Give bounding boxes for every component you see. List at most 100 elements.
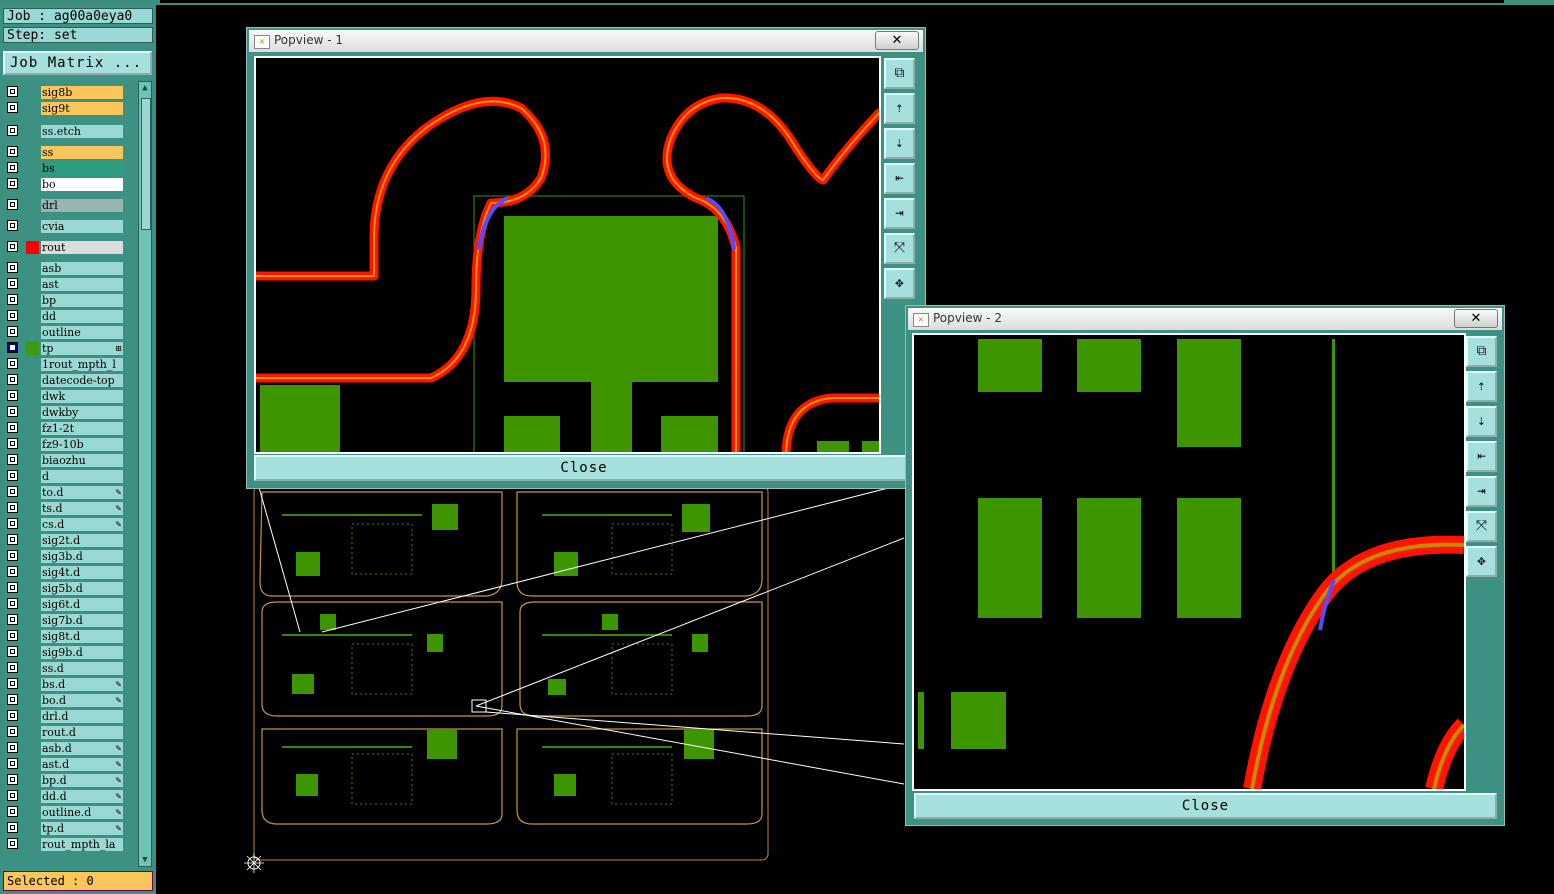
layer-name[interactable]: sig9t (41, 102, 123, 115)
layer-name[interactable]: drl (41, 199, 123, 212)
layer-name[interactable]: drl.d (41, 710, 123, 723)
layer-name[interactable]: ss (41, 146, 123, 159)
layer-row[interactable]: drl.d (5, 709, 127, 723)
layer-name[interactable]: cvia (41, 220, 123, 233)
layer-row[interactable]: fz9-10b (5, 437, 127, 451)
layer-name[interactable]: ast (41, 278, 123, 291)
layer-checkbox[interactable] (7, 614, 18, 625)
layer-name[interactable]: sig5b.d (41, 582, 123, 595)
layer-row[interactable]: datecode-top (5, 373, 127, 387)
layer-row[interactable]: sig2t.d (5, 533, 127, 547)
layer-checkbox[interactable] (7, 310, 18, 321)
scroll-down-icon[interactable]: ▼ (140, 855, 150, 865)
layer-checkbox[interactable] (7, 710, 18, 721)
layer-name[interactable]: sig4t.d (41, 566, 123, 579)
layer-checkbox[interactable] (7, 146, 18, 157)
layer-row[interactable]: asb.d ✎ (5, 741, 127, 755)
layer-row[interactable]: ss.etch (5, 124, 127, 138)
layer-checkbox[interactable] (7, 199, 18, 210)
layer-row[interactable]: ast.d ✎ (5, 757, 127, 771)
layer-checkbox[interactable] (7, 125, 18, 136)
layer-checkbox[interactable] (7, 342, 18, 353)
layer-row[interactable]: dd.d ✎ (5, 789, 127, 803)
layer-checkbox[interactable] (7, 262, 18, 273)
popview-1-close-button[interactable]: Close (254, 455, 914, 481)
zoom-window-button[interactable]: ⧉ (1466, 336, 1497, 367)
popview-1-titlebar[interactable]: ✕ Popview - 1 ✕ (249, 30, 923, 52)
layer-row[interactable]: outline.d ✎ (5, 805, 127, 819)
popview-2-close-x-button[interactable]: ✕ (1454, 309, 1498, 328)
layer-checkbox[interactable] (7, 390, 18, 401)
layer-checkbox[interactable] (7, 678, 18, 689)
layer-checkbox[interactable] (7, 534, 18, 545)
layer-checkbox[interactable] (7, 502, 18, 513)
zoom-in-button[interactable]: ⇡ (1466, 371, 1497, 402)
layer-checkbox[interactable] (7, 294, 18, 305)
layer-row[interactable]: bp.d ✎ (5, 773, 127, 787)
popview-2-canvas[interactable] (912, 333, 1466, 791)
layer-row[interactable]: sig5b.d (5, 581, 127, 595)
zoom-out-button[interactable]: ⇣ (884, 128, 915, 159)
layer-name[interactable]: ast.d ✎ (41, 758, 123, 771)
layer-checkbox[interactable] (7, 694, 18, 705)
layer-name[interactable]: fz1-2t (41, 422, 123, 435)
popview-2-close-button[interactable]: Close (914, 793, 1497, 819)
zoom-window-button[interactable]: ⧉ (884, 58, 915, 89)
layer-row[interactable]: outline (5, 325, 127, 339)
layer-checkbox[interactable] (7, 774, 18, 785)
layer-name[interactable]: dd.d ✎ (41, 790, 123, 803)
layer-name[interactable]: fz9-10b (41, 438, 123, 451)
layer-name[interactable]: dwk (41, 390, 123, 403)
layer-checkbox[interactable] (7, 470, 18, 481)
layer-row[interactable]: rout (5, 240, 127, 254)
layer-checkbox[interactable] (7, 582, 18, 593)
layer-checkbox[interactable] (7, 241, 18, 252)
zoom-out-button[interactable]: ⇣ (1466, 406, 1497, 437)
layer-name[interactable]: sig2t.d (41, 534, 123, 547)
zoom-fit-button[interactable]: ⤧ (1466, 511, 1497, 542)
layer-name[interactable]: bp (41, 294, 123, 307)
layer-list-scrollbar[interactable]: ▲ ▼ (138, 81, 152, 867)
popview-1-close-x-button[interactable]: ✕ (875, 31, 919, 50)
layer-row[interactable]: sig7b.d (5, 613, 127, 627)
layer-checkbox[interactable] (7, 806, 18, 817)
layer-name[interactable]: rout.d (41, 726, 123, 739)
layer-row[interactable]: rout_mpth_la (5, 837, 127, 851)
layer-checkbox[interactable] (7, 278, 18, 289)
layer-row[interactable]: tp ⊞ (5, 341, 127, 355)
layer-name[interactable]: rout (41, 241, 123, 254)
popview-1-canvas[interactable] (254, 56, 881, 454)
layer-row[interactable]: bp (5, 293, 127, 307)
layer-row[interactable]: ss.d (5, 661, 127, 675)
layer-row[interactable]: bs.d ✎ (5, 677, 127, 691)
layer-name[interactable]: dd (41, 310, 123, 323)
layer-name[interactable]: datecode-top (41, 374, 123, 387)
pan-left-button[interactable]: ⇤ (1466, 441, 1497, 472)
layer-checkbox[interactable] (7, 598, 18, 609)
layer-name[interactable]: tp ⊞ (41, 342, 123, 355)
layer-row[interactable]: 1rout_mpth_l (5, 357, 127, 371)
layer-checkbox[interactable] (7, 822, 18, 833)
layer-row[interactable]: bo.d ✎ (5, 693, 127, 707)
layer-name[interactable]: asb.d ✎ (41, 742, 123, 755)
pan-right-button[interactable]: ⇥ (884, 198, 915, 229)
popview-2-titlebar[interactable]: ✕ Popview - 2 ✕ (908, 308, 1502, 330)
layer-name[interactable]: outline (41, 326, 123, 339)
layer-name[interactable]: bo.d ✎ (41, 694, 123, 707)
layer-name[interactable]: cs.d ✎ (41, 518, 123, 531)
pan-left-button[interactable]: ⇤ (884, 163, 915, 194)
layer-row[interactable]: bs (5, 161, 127, 175)
layer-checkbox[interactable] (7, 86, 18, 97)
layer-checkbox[interactable] (7, 726, 18, 737)
layer-checkbox[interactable] (7, 742, 18, 753)
layer-checkbox[interactable] (7, 790, 18, 801)
layer-row[interactable]: sig8b (5, 85, 127, 99)
layer-checkbox[interactable] (7, 358, 18, 369)
layer-name[interactable]: sig6t.d (41, 598, 123, 611)
job-matrix-button[interactable]: Job Matrix ... (3, 51, 152, 75)
layer-checkbox[interactable] (7, 102, 18, 113)
layer-checkbox[interactable] (7, 758, 18, 769)
layer-row[interactable]: sig9t (5, 101, 127, 115)
layer-checkbox[interactable] (7, 162, 18, 173)
layer-checkbox[interactable] (7, 662, 18, 673)
